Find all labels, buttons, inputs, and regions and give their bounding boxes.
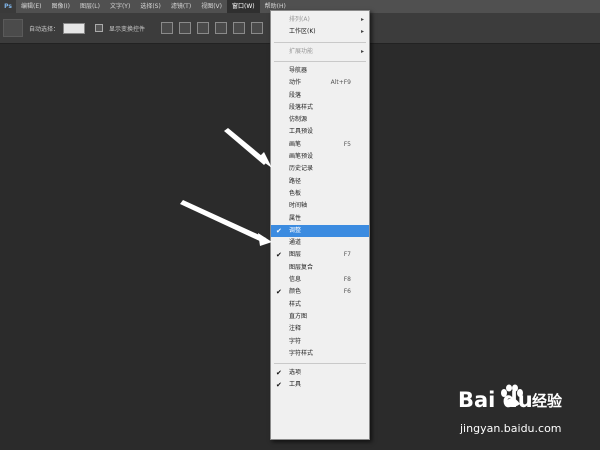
baidu-jingyan-watermark: Bai du 经验 jingyan.baidu.com xyxy=(458,384,598,443)
arrow-to-adjustments-icon xyxy=(180,200,272,246)
watermark-url: jingyan.baidu.com xyxy=(460,422,562,435)
watermark-product: 经验 xyxy=(532,392,563,410)
arrow-to-brush-icon xyxy=(224,128,272,168)
annotation-arrows xyxy=(180,128,272,246)
baidu-paw-icon xyxy=(501,384,523,407)
